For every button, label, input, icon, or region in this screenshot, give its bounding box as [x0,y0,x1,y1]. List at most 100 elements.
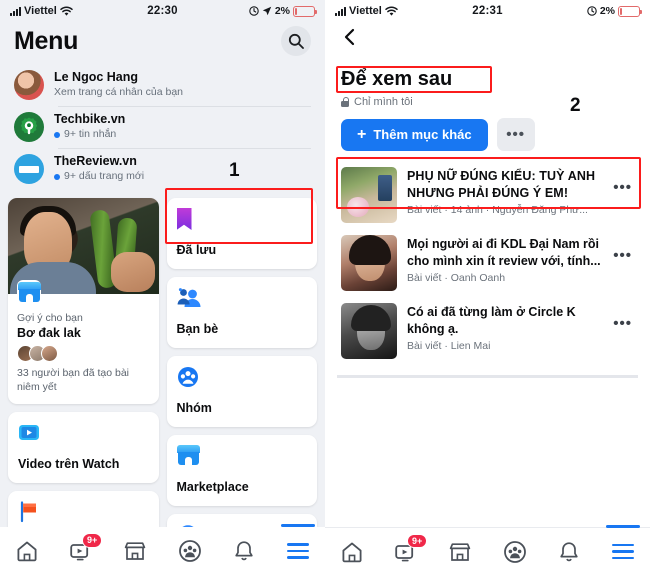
status-bar-right: Viettel 22:31 2% [325,0,650,22]
account-name: Le Ngoc Hang [54,70,139,85]
account-subtitle-text: Xem trang cá nhân của bạn [54,85,184,98]
menu-grid-column-left: Gợi ý cho bạn Bơ đak lak 33 người bạn đã… [8,198,159,575]
menu-tile-label: Nhóm [176,401,212,415]
list-item[interactable]: Có ai đã từng làm ở Circle K không ạ. Bà… [337,297,638,365]
account-subtitle: Xem trang cá nhân của bạn [54,86,183,100]
account-text: Techbike.vn 9+ tin nhắn [54,112,125,141]
nav-home[interactable] [332,532,372,572]
menu-tile-label: Đã lưu [176,243,217,257]
list-item[interactable]: Mọi người ai đi KDL Đại Nam rồi cho mình… [337,229,638,297]
nav-notifications[interactable] [549,532,589,572]
item-more-icon[interactable]: ••• [613,235,634,264]
collection-privacy-label: Chỉ mình tôi [354,96,413,108]
back-button[interactable] [341,28,359,51]
gear-icon [20,117,38,135]
nav-watch[interactable]: 9+ [386,532,428,572]
top-nav-right [325,22,650,56]
status-bar-left-group: Viettel [335,5,435,17]
wifi-icon [60,5,73,16]
collection-actions: + Thêm mục khác ••• [325,108,650,159]
battery-icon [293,5,317,17]
bookmark-icon [176,208,308,232]
item-title: Mọi người ai đi KDL Đại Nam rồi cho mình… [407,237,601,268]
signal-bars-icon [10,6,21,16]
battery-percent-label: 2% [274,5,290,17]
groups-people-icon [503,540,526,563]
alarm-icon [587,6,597,16]
left-phone-screen: Viettel 22:30 2% Menu Le Ngoc Hang Xem t… [0,0,325,575]
item-more-icon[interactable]: ••• [613,303,634,332]
item-subtitle: Bài viết · Oanh Oanh [407,272,506,285]
account-subtitle-text: 9+ tin nhắn [64,127,117,140]
collection-header: Để xem sau Chỉ mình tôi [325,56,650,108]
signal-bars-icon [335,6,346,16]
menu-tile-label: Marketplace [176,480,249,494]
item-text: Mọi người ai đi KDL Đại Nam rồi cho mình… [407,235,603,284]
nav-menu[interactable] [278,524,318,571]
item-text: PHỤ NỮ ĐÚNG KIỂU: TUỲ ANH NHƯNG PHẢI ĐÚN… [407,167,603,216]
battery-percent-label: 2% [599,5,615,17]
nav-menu[interactable] [603,524,643,572]
home-icon [17,541,37,562]
menu-tile-nhom[interactable]: Nhóm [166,356,317,427]
add-item-label: Thêm mục khác [373,127,472,142]
friend-avatars [17,345,150,362]
collection-title: Để xem sau [341,68,453,90]
active-tab-indicator [605,524,640,528]
item-more-icon[interactable]: ••• [613,167,634,196]
annotation-marker-1: 1 [229,160,240,181]
account-row-techbike[interactable]: Techbike.vn 9+ tin nhắn [14,106,311,148]
plus-icon: + [357,125,367,143]
nav-groups[interactable] [495,532,535,572]
account-row-profile[interactable]: Le Ngoc Hang Xem trang cá nhân của bạn [14,64,311,106]
account-name: TheReview.vn [54,154,137,169]
alarm-icon [249,6,259,16]
wifi-icon [385,5,398,16]
menu-grid-column-right: Đã lưu Bạn bè Nhóm Marketplace [166,198,317,575]
nav-home[interactable] [7,531,47,571]
item-text: Có ai đã từng làm ở Circle K không ạ. Bà… [407,303,603,352]
active-tab-indicator [280,524,315,527]
nav-watch[interactable]: 9+ [61,531,103,571]
nav-marketplace[interactable] [440,532,480,572]
suggestion-body: Gợi ý cho bạn Bơ đak lak 33 người bạn đã… [8,280,159,404]
menu-tile-label: Video trên Watch [18,457,120,472]
search-button[interactable] [281,26,311,56]
notifications-bell-icon [560,541,578,561]
suggestion-label: Gợi ý cho bạn [17,312,83,324]
nav-notifications[interactable] [224,531,264,571]
item-thumbnail [341,303,397,359]
more-options-button[interactable]: ••• [496,118,535,151]
menu-tile-da-luu[interactable]: Đã lưu [166,198,317,269]
account-list: Le Ngoc Hang Xem trang cá nhân của bạn T… [0,64,325,190]
add-item-button[interactable]: + Thêm mục khác [341,118,488,151]
unread-dot-icon [54,173,60,180]
menu-tile-marketplace[interactable]: Marketplace [166,435,317,506]
saved-items-list: PHỤ NỮ ĐÚNG KIỂU: TUỲ ANH NHƯNG PHẢI ĐÚN… [325,159,650,378]
marketplace-suggestion-card[interactable]: Gợi ý cho bạn Bơ đak lak 33 người bạn đã… [8,198,159,405]
carrier-label: Viettel [349,5,382,17]
nav-badge: 9+ [81,533,103,548]
account-row-thereview[interactable]: TheReview.vn 9+ dấu trang mới [14,148,311,190]
status-bar-right-group: 2% [540,5,642,17]
avatar [14,154,44,184]
menu-header: Menu [0,22,325,64]
marketplace-icon [176,445,308,469]
account-name: Techbike.vn [54,112,126,127]
list-item[interactable]: PHỤ NỮ ĐÚNG KIỂU: TUỲ ANH NHƯNG PHẢI ĐÚN… [337,161,638,229]
location-arrow-icon [262,6,272,16]
marketplace-store-icon [450,542,471,561]
marketplace-icon [17,280,41,304]
friends-icon [177,287,308,311]
menu-tile-video-watch[interactable]: Video trên Watch [8,412,159,484]
menu-hamburger-icon [286,543,309,559]
menu-hamburger-icon [611,543,634,560]
dual-phone-screenshot: Viettel 22:30 2% Menu Le Ngoc Hang Xem t… [0,0,650,575]
back-chevron-icon [344,28,355,45]
nav-marketplace[interactable] [115,531,155,571]
nav-groups[interactable] [170,531,210,571]
status-bar-left-group: Viettel [10,5,110,17]
clock-label: 22:30 [147,5,178,17]
menu-tile-ban-be[interactable]: Bạn bè [166,277,317,348]
bottom-nav-left: 9+ [0,524,325,575]
